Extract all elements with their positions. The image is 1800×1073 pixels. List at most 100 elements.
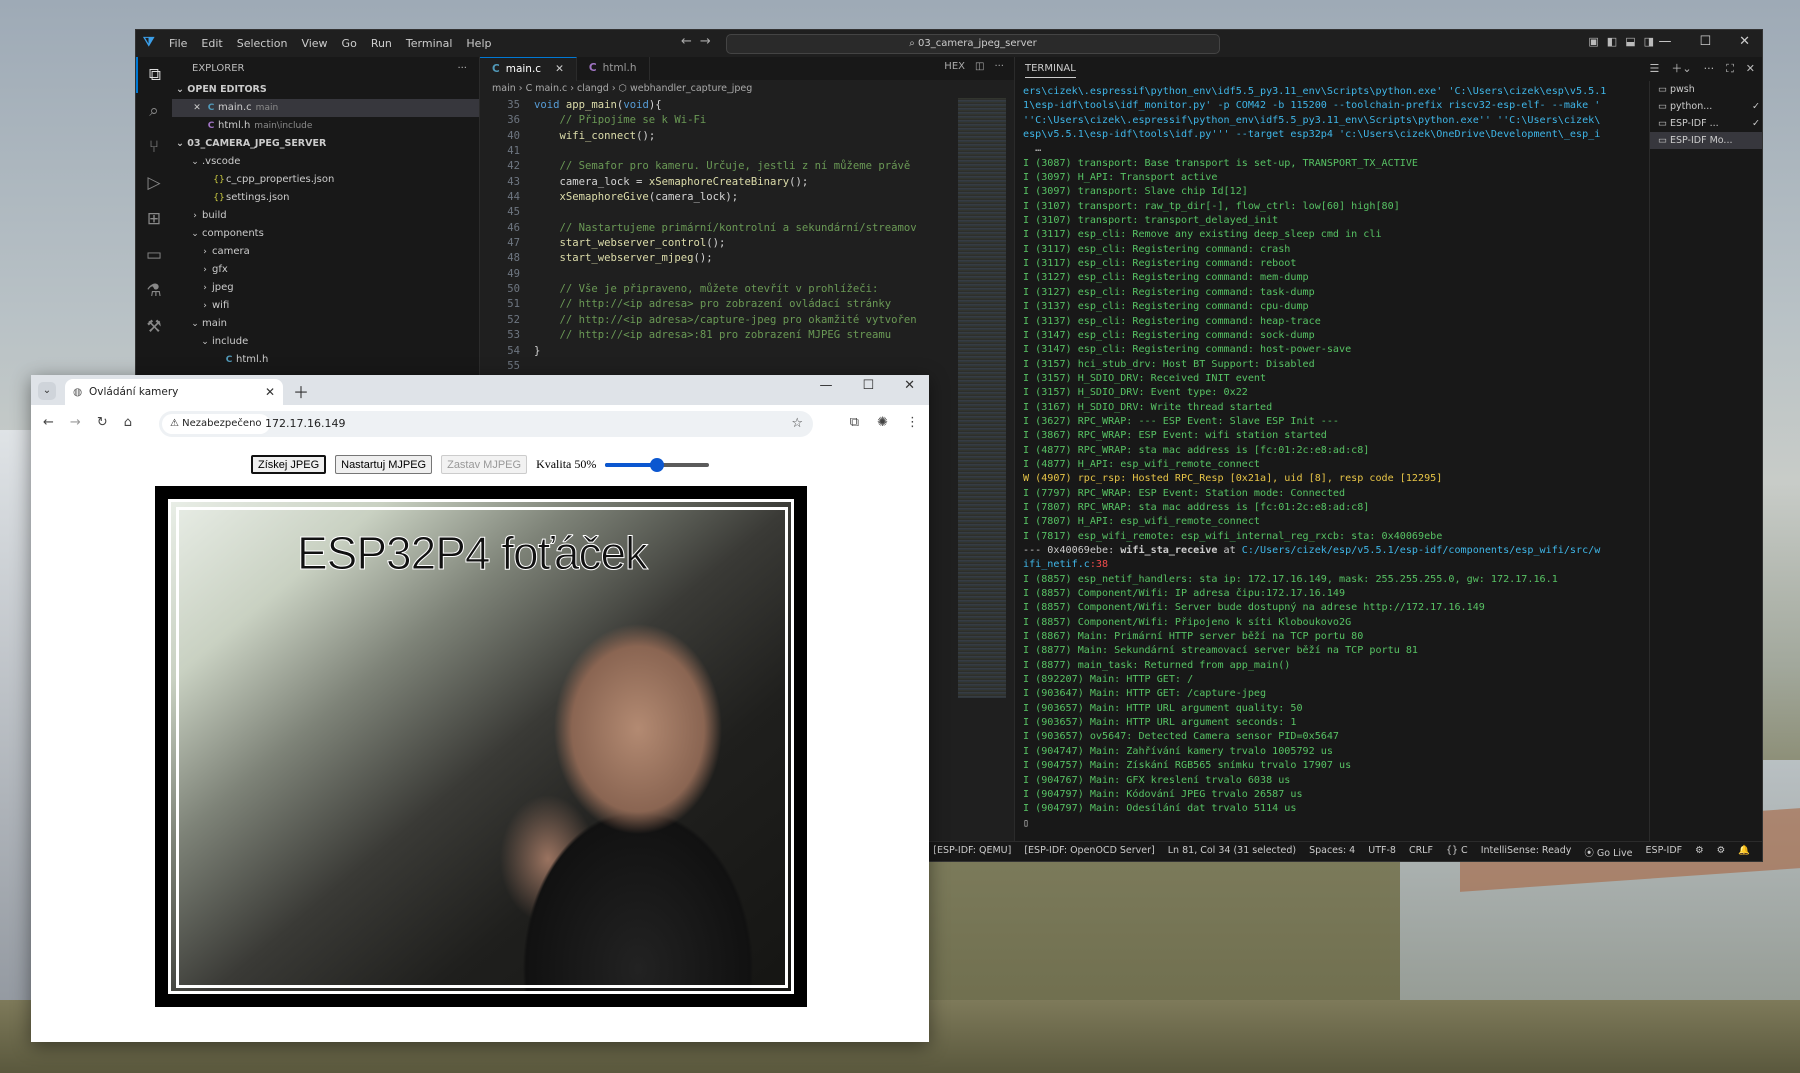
tab-main-c[interactable]: Cmain.c ✕ (480, 57, 577, 81)
status-item[interactable]: 🔔 (1738, 845, 1750, 859)
status-item[interactable]: [ESP-IDF: QEMU] (933, 845, 1011, 859)
home-icon[interactable]: ⌂ (124, 415, 132, 430)
trace-path[interactable]: ifi_netif.c (1023, 559, 1090, 570)
back-icon[interactable]: ← (43, 415, 54, 430)
source-control-icon[interactable]: ⑂ (136, 129, 172, 165)
terminal-instance[interactable]: ▭ pwsh (1650, 81, 1762, 98)
split-editor-icon[interactable]: ◫ (975, 61, 984, 72)
menu-item-edit[interactable]: Edit (201, 37, 222, 50)
forward-icon[interactable]: → (70, 415, 81, 430)
tab-close-icon[interactable]: ✕ (265, 379, 275, 405)
slider-thumb[interactable] (650, 457, 665, 472)
terminal-instance[interactable]: ▭ python... ✓ (1650, 98, 1762, 115)
maximize-icon[interactable]: ☐ (1699, 34, 1711, 49)
tab-search-icon[interactable]: ⌄ (38, 382, 56, 400)
status-item[interactable]: ⦿ Go Live (1584, 845, 1632, 859)
reload-icon[interactable]: ↻ (97, 415, 108, 430)
status-item[interactable]: IntelliSense: Ready (1481, 845, 1572, 859)
code-view[interactable]: 35 void app_main(void){36 // Připojíme se… (480, 98, 950, 374)
tree-item-settings-json[interactable]: {}settings.json (172, 189, 479, 207)
terminal-instance[interactable]: ▭ ESP-IDF Mo... (1650, 132, 1762, 149)
address-bar[interactable]: ⚠ Nezabezpečeno 172.17.16.149 ☆ (159, 411, 813, 437)
breadcrumb[interactable]: main › C main.c › clangd › ⬡ webhandler_… (480, 80, 1014, 97)
menu-item-run[interactable]: Run (371, 37, 392, 50)
status-item[interactable]: ESP-IDF (1646, 845, 1683, 859)
hex-button[interactable]: HEX (944, 61, 965, 72)
open-editors-section[interactable]: ⌄ OPEN EDITORS (172, 81, 479, 99)
nav-arrows[interactable]: ←→ (681, 34, 719, 49)
secondary-sidebar-icon[interactable]: ◨ (1644, 35, 1654, 48)
new-tab-icon[interactable]: ＋ (293, 379, 309, 403)
profile-icon[interactable]: ✺ (877, 415, 888, 430)
status-item[interactable]: CRLF (1409, 845, 1433, 859)
trace-path[interactable]: C:/Users/cizek/esp/v5.5.1/esp-idf/compon… (1242, 545, 1601, 556)
close-panel-icon[interactable]: ✕ (1746, 57, 1755, 80)
open-editor-item[interactable]: ✕ Cmain.c main (172, 99, 479, 117)
tree-item-wifi[interactable]: › wifi (172, 297, 479, 315)
close-icon[interactable]: ✕ (1739, 34, 1750, 49)
bookmark-star-icon[interactable]: ☆ (791, 411, 803, 437)
start-mjpeg-button[interactable]: Nastartuj MJPEG (335, 455, 433, 474)
tab-close-icon[interactable]: ✕ (555, 63, 564, 75)
tree-item-gfx[interactable]: › gfx (172, 261, 479, 279)
menu-item-file[interactable]: File (169, 37, 187, 50)
terminal-instance[interactable]: ▭ ESP-IDF ... ✓ (1650, 115, 1762, 132)
tree-item-main[interactable]: ⌄ main (172, 315, 479, 333)
esp-idf-icon[interactable]: ⚒ (136, 309, 172, 345)
remote-explorer-icon[interactable]: ▭ (136, 237, 172, 273)
stop-mjpeg-button[interactable]: Zastav MJPEG (441, 455, 528, 474)
tab-html-h[interactable]: Chtml.h (576, 57, 650, 80)
tree-item--vscode[interactable]: ⌄ .vscode (172, 153, 479, 171)
status-item[interactable]: Ln 81, Col 34 (31 selected) (1168, 845, 1296, 859)
tree-item-jpeg[interactable]: › jpeg (172, 279, 479, 297)
quality-slider[interactable] (605, 457, 710, 472)
menu-item-terminal[interactable]: Terminal (406, 37, 453, 50)
explorer-icon[interactable]: ⧉ (136, 57, 172, 93)
menu-item-selection[interactable]: Selection (237, 37, 288, 50)
search-icon[interactable]: ⌕ (136, 93, 172, 129)
tree-item-components[interactable]: ⌄ components (172, 225, 479, 243)
browser-minimize-icon[interactable]: — (819, 378, 832, 393)
browser-maximize-icon[interactable]: ☐ (862, 378, 874, 393)
status-item[interactable]: UTF-8 (1368, 845, 1396, 859)
open-editor-item[interactable]: Chtml.h main\include (172, 117, 479, 135)
testing-icon[interactable]: ⚗ (136, 273, 172, 309)
minimize-icon[interactable]: — (1658, 34, 1671, 49)
menu-item-view[interactable]: View (301, 37, 327, 50)
status-item[interactable]: ⚙ (1695, 845, 1704, 859)
terminal-tab[interactable]: TERMINAL (1025, 63, 1076, 78)
run-debug-icon[interactable]: ▷ (136, 165, 172, 201)
sidebar-toggle-icon[interactable]: ◧ (1607, 35, 1617, 48)
terminal-list-icon[interactable]: ☰ (1649, 57, 1659, 80)
tree-item-include[interactable]: ⌄ include (172, 333, 479, 351)
browser-menu-icon[interactable]: ⋮ (906, 415, 919, 430)
editor-more-icon[interactable]: ··· (994, 61, 1004, 72)
terminal-more-icon[interactable]: ··· (1704, 57, 1715, 80)
menu-item-go[interactable]: Go (342, 37, 357, 50)
browser-tab[interactable]: ◍ Ovládání kamery ✕ (65, 379, 283, 405)
project-section[interactable]: ⌄ 03_CAMERA_JPEG_SERVER (172, 135, 479, 153)
menu-item-help[interactable]: Help (466, 37, 491, 50)
maximize-panel-icon[interactable]: ⛶ (1726, 57, 1734, 80)
panel-toggle-icon[interactable]: ⬓ (1625, 35, 1635, 48)
tree-item-c-cpp-properties-json[interactable]: {}c_cpp_properties.json (172, 171, 479, 189)
close-editor-icon[interactable]: ✕ (190, 99, 204, 117)
status-item[interactable]: ⚙ (1717, 845, 1726, 859)
browser-close-icon[interactable]: ✕ (904, 378, 915, 393)
tree-item-camera[interactable]: › camera (172, 243, 479, 261)
extensions-icon[interactable]: ⊞ (136, 201, 172, 237)
minimap[interactable] (958, 98, 1006, 698)
tree-item-build[interactable]: › build (172, 207, 479, 225)
terminal-output[interactable]: ers\cizek\.espressif\python_env\idf5.5_p… (1023, 85, 1648, 845)
new-terminal-icon[interactable]: ＋⌄ (1671, 57, 1691, 80)
security-chip[interactable]: ⚠ Nezabezpečeno (162, 414, 270, 434)
get-jpeg-button[interactable]: Získej JPEG (251, 455, 327, 474)
more-actions-icon[interactable]: ··· (457, 57, 467, 81)
extensions-puzzle-icon[interactable]: ⧉ (850, 415, 859, 430)
layout-icon[interactable]: ▣ (1588, 35, 1598, 48)
status-item[interactable]: {} C (1446, 845, 1468, 859)
layout-icons[interactable]: ▣ ◧ ⬓ ◨ (1588, 35, 1654, 48)
command-center-search[interactable]: ⌕ 03_camera_jpeg_server (726, 34, 1220, 54)
status-item[interactable]: [ESP-IDF: OpenOCD Server] (1024, 845, 1154, 859)
tree-item-html-h[interactable]: Chtml.h (172, 351, 479, 369)
